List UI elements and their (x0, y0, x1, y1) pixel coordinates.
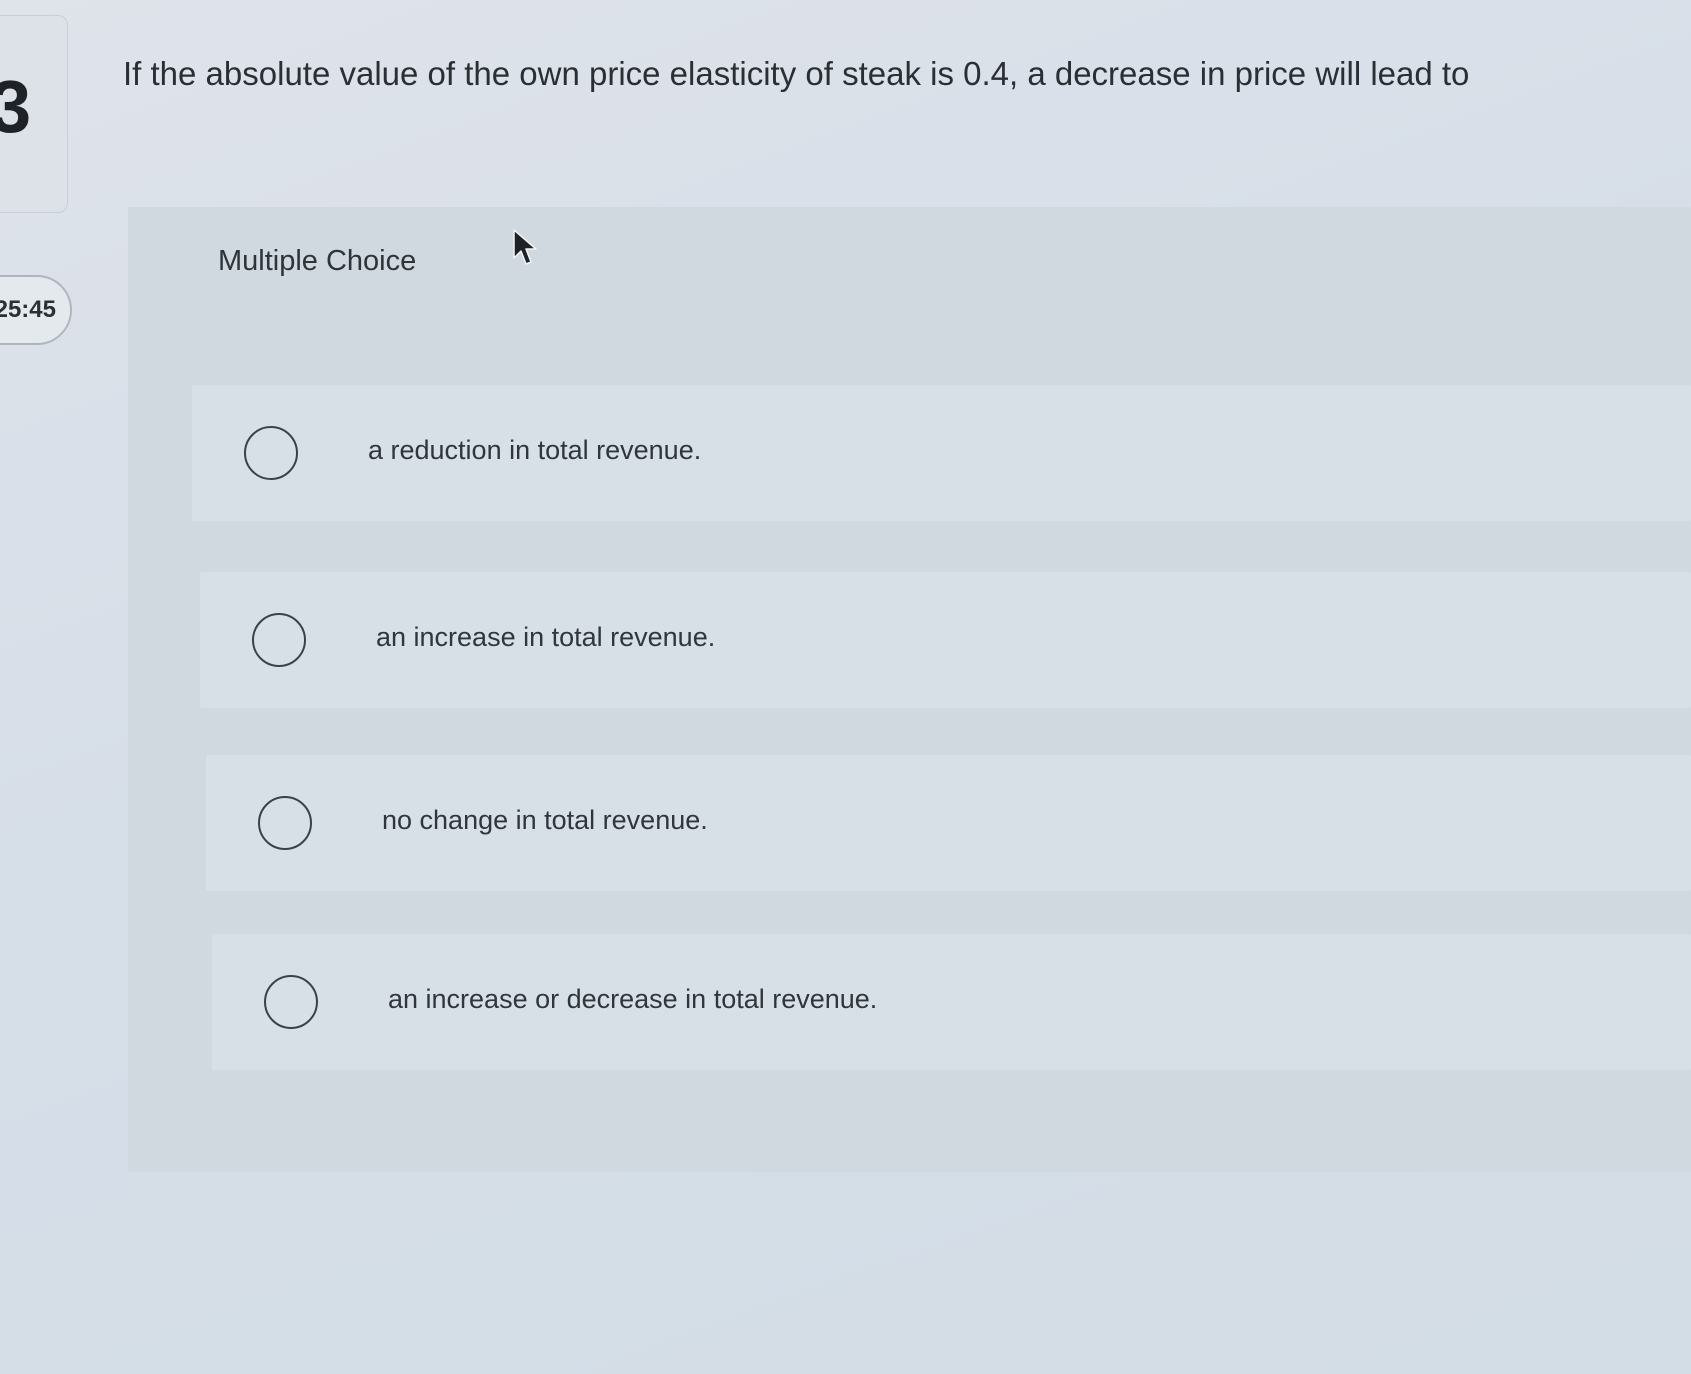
choice-option[interactable]: an increase in total revenue. (200, 572, 1691, 708)
choice-label: no change in total revenue. (382, 805, 708, 835)
choice-option[interactable]: a reduction in total revenue. (192, 385, 1691, 521)
radio-button-icon[interactable] (258, 796, 312, 850)
timer-badge[interactable]: 25:45 (0, 275, 72, 345)
radio-button-icon[interactable] (264, 975, 318, 1029)
choice-label: a reduction in total revenue. (368, 435, 702, 465)
question-prompt: If the absolute value of the own price e… (123, 55, 1470, 92)
question-type-label: Multiple Choice (218, 245, 417, 277)
choice-label: an increase in total revenue. (376, 622, 716, 652)
choice-label: an increase or decrease in total revenue… (388, 984, 878, 1014)
choice-option[interactable]: no change in total revenue. (206, 755, 1691, 891)
mouse-pointer-icon (513, 229, 537, 265)
timer-value: 25:45 (0, 296, 56, 323)
radio-button-icon[interactable] (244, 426, 298, 480)
radio-button-icon[interactable] (252, 613, 306, 667)
question-number: 3 (0, 65, 32, 148)
choice-option[interactable]: an increase or decrease in total revenue… (212, 934, 1691, 1070)
